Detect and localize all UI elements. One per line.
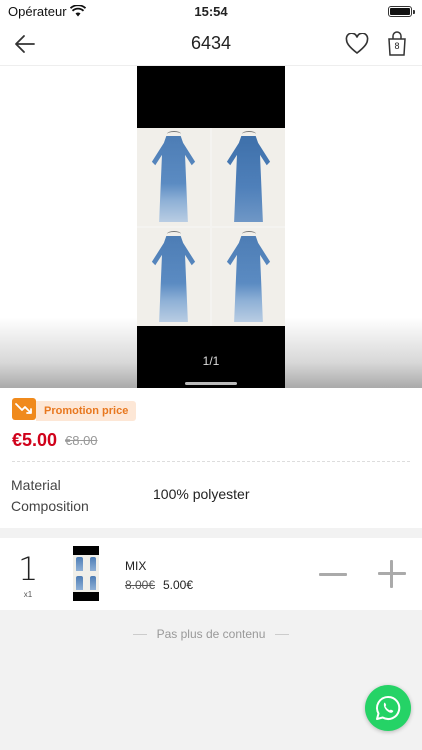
price-card: Promotion price €5.00 €8.00 Material Com… (0, 388, 422, 528)
image-counter: 1/1 (202, 354, 220, 368)
original-price: €8.00 (65, 433, 98, 448)
clock: 15:54 (194, 4, 228, 19)
variant-original-price: 8.00€ (125, 578, 156, 592)
promotion-badge: Promotion price (36, 401, 137, 421)
whatsapp-button[interactable] (365, 685, 411, 731)
increase-quantity-button[interactable] (378, 560, 406, 588)
home-indicator (185, 382, 237, 385)
shopping-bag-icon[interactable]: 8 (386, 31, 408, 57)
variant-price: 5.00€ (163, 578, 194, 592)
quantity-multiplier: x1 (23, 590, 33, 599)
whatsapp-icon (376, 695, 401, 720)
trend-down-icon (12, 398, 36, 420)
dress-photo (212, 228, 285, 326)
divider (12, 461, 410, 462)
variant-row: 1 x1 MIX 8.00€ 5.00€ (0, 538, 422, 610)
product-image[interactable]: 1/1 (137, 66, 285, 388)
dress-photo (137, 128, 210, 226)
navigation-bar: 6434 8 (0, 22, 422, 66)
decrease-quantity-button[interactable] (319, 573, 347, 576)
heart-icon[interactable] (345, 32, 369, 55)
variant-name: MIX (125, 559, 147, 573)
cart-count: 8 (394, 41, 400, 51)
variant-thumbnail[interactable] (73, 546, 99, 601)
dress-photo (212, 128, 285, 226)
quantity-value: 1 (18, 550, 39, 588)
no-more-text: Pas plus de contenu (156, 627, 266, 641)
product-gallery[interactable]: 1/1 (0, 66, 422, 388)
end-of-content: Pas plus de contenu (0, 627, 422, 641)
battery-icon (388, 6, 415, 17)
material-label: Material Composition (11, 477, 89, 514)
material-value: 100% polyester (153, 486, 250, 502)
dress-photo (137, 228, 210, 326)
product-photo-collage (137, 128, 285, 326)
current-price: €5.00 (12, 430, 58, 450)
status-bar: Opérateur 15:54 (0, 0, 422, 22)
